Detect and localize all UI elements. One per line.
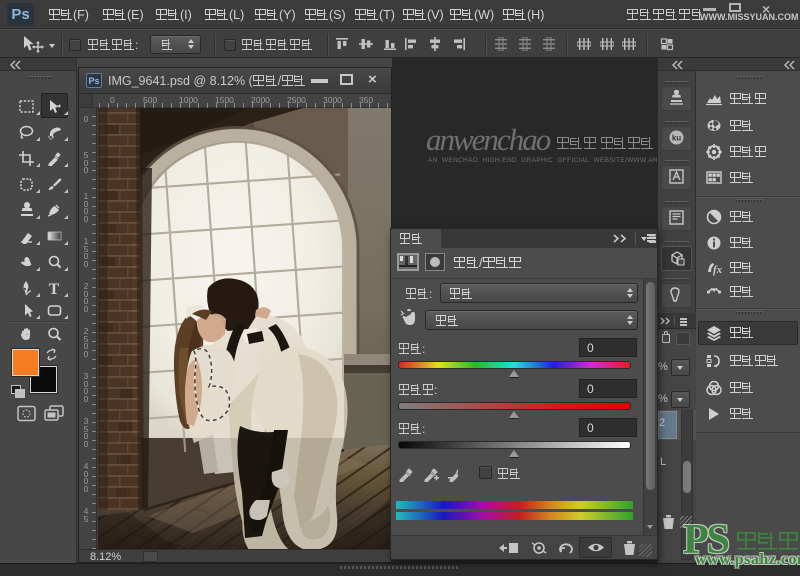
svg-text:T: T bbox=[49, 281, 60, 296]
svg-text:fx: fx bbox=[713, 264, 722, 276]
svg-text:ku: ku bbox=[672, 134, 681, 143]
